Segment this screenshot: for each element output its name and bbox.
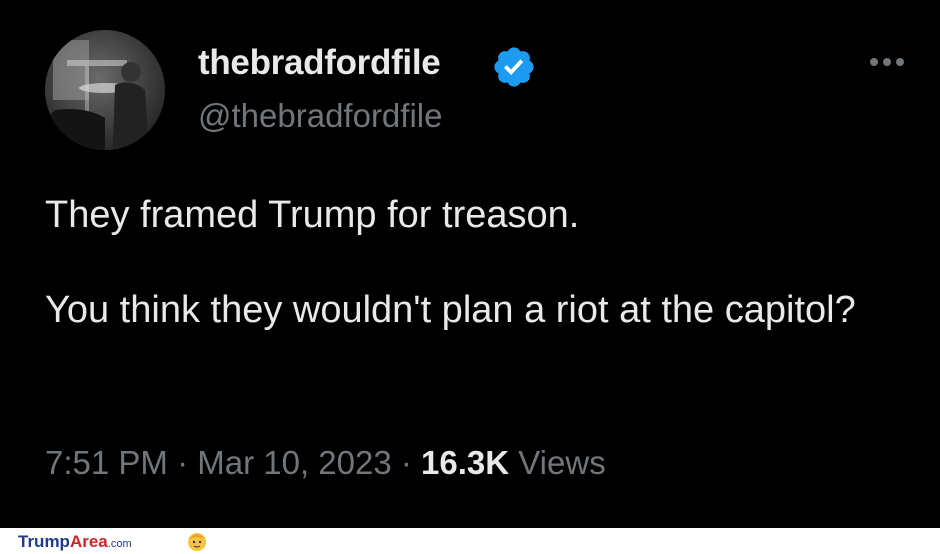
watermark-logo-text: TrumpArea.com [18,532,132,554]
brand-face-icon [188,533,206,551]
brand-part-trump: Trump [18,532,70,551]
views-count: 16.3K [421,444,510,481]
views-label: Views [518,444,606,481]
tweet-text-line: You think they wouldn't plan a riot at t… [45,289,856,331]
tweet-text-line: They framed Trump for treason. [45,194,580,236]
brand-part-area: Area [69,532,108,551]
user-handle[interactable]: @thebradfordfile [198,96,442,136]
more-options-icon[interactable] [862,50,912,70]
separator-dot: · [391,444,422,481]
avatar-photo [45,30,165,150]
separator-dot: · [167,444,198,481]
tweet-text: They framed Trump for treason. You think… [45,192,895,334]
tweet-card: thebradfordfile @thebradfordfile They fr… [0,0,940,528]
display-name[interactable]: thebradfordfile [198,42,441,84]
brand-part-domain: .com [107,538,132,550]
tweet-date[interactable]: Mar 10, 2023 [197,444,391,481]
tweet-time[interactable]: 7:51 PM [45,444,168,481]
watermark-footer: TrumpArea.com [0,528,940,554]
verified-badge-icon [494,47,534,87]
avatar[interactable] [45,30,165,150]
tweet-metadata: 7:51 PM · Mar 10, 2023 · 16.3K Views [45,441,606,485]
